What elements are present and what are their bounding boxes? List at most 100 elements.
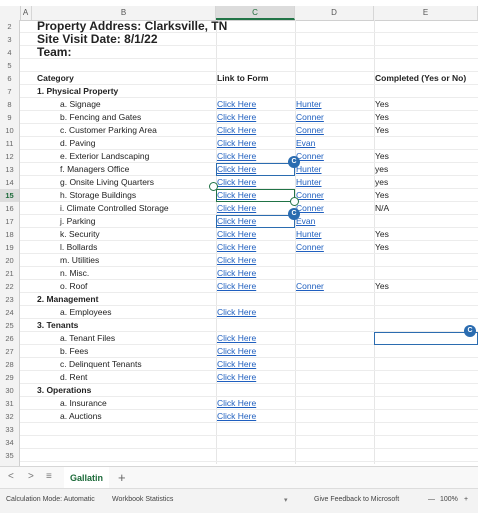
form-link[interactable]: Click Here [217,280,256,293]
assignee-link[interactable]: Conner [296,150,324,163]
row-number[interactable]: 7 [0,85,20,98]
row-number[interactable]: 31 [0,397,20,410]
sheet-row[interactable]: 20 m. Utilities Click Here [0,254,478,267]
sheet-row[interactable]: 33 [0,423,478,436]
sheet-row[interactable]: 34 [0,436,478,449]
zoom-level[interactable]: 100% [440,496,458,503]
row-number[interactable]: 9 [0,111,20,124]
assignee-link[interactable]: Conner [296,189,324,202]
row-number[interactable]: 29 [0,371,20,384]
zoom-in-button[interactable]: + [464,496,468,503]
sheet-row[interactable]: 14 g. Onsite Living Quarters Click Here Hun… [0,176,478,189]
sheet-row[interactable]: 30 3. Operations [0,384,478,397]
row-number[interactable]: 24 [0,306,20,319]
sheet-row[interactable]: 5 [0,59,478,72]
sheet-row[interactable]: 8 a. Signage Click Here Hunter Yes [0,98,478,111]
assignee-link[interactable]: Conner [296,111,324,124]
form-link[interactable]: Click Here [217,267,256,280]
column-header-e[interactable]: E [374,6,478,20]
row-number[interactable]: 20 [0,254,20,267]
assignee-link[interactable]: Conner [296,280,324,293]
sheet-row[interactable]: 9 b. Fencing and Gates Click Here Conner Yes [0,111,478,124]
form-link[interactable]: Click Here [217,137,256,150]
assignee-link[interactable]: Hunter [296,163,322,176]
row-number[interactable]: 23 [0,293,20,306]
form-link[interactable]: Click Here [217,345,256,358]
selected-cell-c15[interactable] [216,189,295,202]
sheet-grid[interactable]: 2 Property Address: Clarksville, TN 3 Site … [0,20,478,475]
row-number[interactable]: 17 [0,215,20,228]
sheet-prev-button[interactable]: < [8,471,14,482]
row-number[interactable]: 13 [0,163,20,176]
sheet-row[interactable]: 22 o. Roof Click Here Conner Yes [0,280,478,293]
row-number[interactable]: 18 [0,228,20,241]
sheet-row[interactable]: 11 d. Paving Click Here Evan [0,137,478,150]
chevron-down-icon[interactable]: ▾ [284,496,288,504]
collaborator-avatar[interactable]: C [288,156,300,168]
form-link[interactable]: Click Here [217,176,256,189]
column-header-b[interactable]: B [32,6,216,20]
form-link[interactable]: Click Here [217,306,256,319]
selection-handle-top[interactable] [209,182,218,191]
sheet-row[interactable]: 23 2. Management [0,293,478,306]
form-link[interactable]: Click Here [217,111,256,124]
sheet-row[interactable]: 28 c. Delinquent Tenants Click Here [0,358,478,371]
row-number[interactable]: 8 [0,98,20,111]
form-link[interactable]: Click Here [217,228,256,241]
form-link[interactable]: Click Here [217,371,256,384]
sheet-row[interactable]: 12 e. Exterior Landscaping Click Here Conne… [0,150,478,163]
sheet-row[interactable]: 4 Team: [0,46,478,59]
row-number[interactable]: 34 [0,436,20,449]
assignee-link[interactable]: Hunter [296,98,322,111]
sheet-row[interactable]: 6 Category Link to Form Completed (Yes or N… [0,72,478,85]
assignee-link[interactable]: Conner [296,202,324,215]
row-number[interactable]: 10 [0,124,20,137]
sheet-row[interactable]: 27 b. Fees Click Here [0,345,478,358]
form-link[interactable]: Click Here [217,241,256,254]
row-number[interactable]: 27 [0,345,20,358]
row-number[interactable]: 32 [0,410,20,423]
assignee-link[interactable]: Hunter [296,228,322,241]
row-number[interactable]: 19 [0,241,20,254]
sheet-row[interactable]: 19 l. Bollards Click Here Conner Yes [0,241,478,254]
row-number[interactable]: 30 [0,384,20,397]
sheet-next-button[interactable]: > [28,471,34,482]
row-number[interactable]: 22 [0,280,20,293]
sheet-row[interactable]: 35 [0,449,478,462]
sheet-row[interactable]: 25 3. Tenants [0,319,478,332]
column-header-c[interactable]: C [216,6,295,20]
column-header-d[interactable]: D [295,6,374,20]
row-number[interactable]: 11 [0,137,20,150]
calculation-mode[interactable]: Calculation Mode: Automatic [6,496,95,503]
row-number[interactable]: 26 [0,332,20,345]
sheet-row[interactable]: 32 a. Auctions Click Here [0,410,478,423]
select-all-corner[interactable] [0,6,21,20]
selection-handle-bottom[interactable] [290,197,299,206]
sheet-row[interactable]: 29 d. Rent Click Here [0,371,478,384]
sheet-row[interactable]: 7 1. Physical Property [0,85,478,98]
row-number[interactable]: 5 [0,59,20,72]
collaborator-avatar[interactable]: C [464,325,476,337]
row-number[interactable]: 6 [0,72,20,85]
collaborator-avatar[interactable]: C [288,208,300,220]
form-link[interactable]: Click Here [217,332,256,345]
sheet-row[interactable]: 3 Site Visit Date: 8/1/22 [0,33,478,46]
form-link[interactable]: Click Here [217,397,256,410]
row-number[interactable]: 4 [0,46,20,59]
row-number[interactable]: 15 [0,189,20,202]
assignee-link[interactable]: Hunter [296,176,322,189]
row-number[interactable]: 28 [0,358,20,371]
assignee-link[interactable]: Conner [296,241,324,254]
zoom-out-button[interactable]: — [428,496,435,503]
feedback-link[interactable]: Give Feedback to Microsoft [314,496,399,503]
sheet-row[interactable]: 10 c. Customer Parking Area Click Here Conn… [0,124,478,137]
row-number[interactable]: 2 [0,20,20,33]
column-header-a[interactable]: A [20,6,32,20]
workbook-statistics[interactable]: Workbook Statistics [112,496,173,503]
sheet-row[interactable]: 24 a. Employees Click Here [0,306,478,319]
form-link[interactable]: Click Here [217,410,256,423]
form-link[interactable]: Click Here [217,202,256,215]
sheet-row[interactable]: 18 k. Security Click Here Hunter Yes [0,228,478,241]
sheet-row[interactable]: 21 n. Misc. Click Here [0,267,478,280]
form-link[interactable]: Click Here [217,98,256,111]
